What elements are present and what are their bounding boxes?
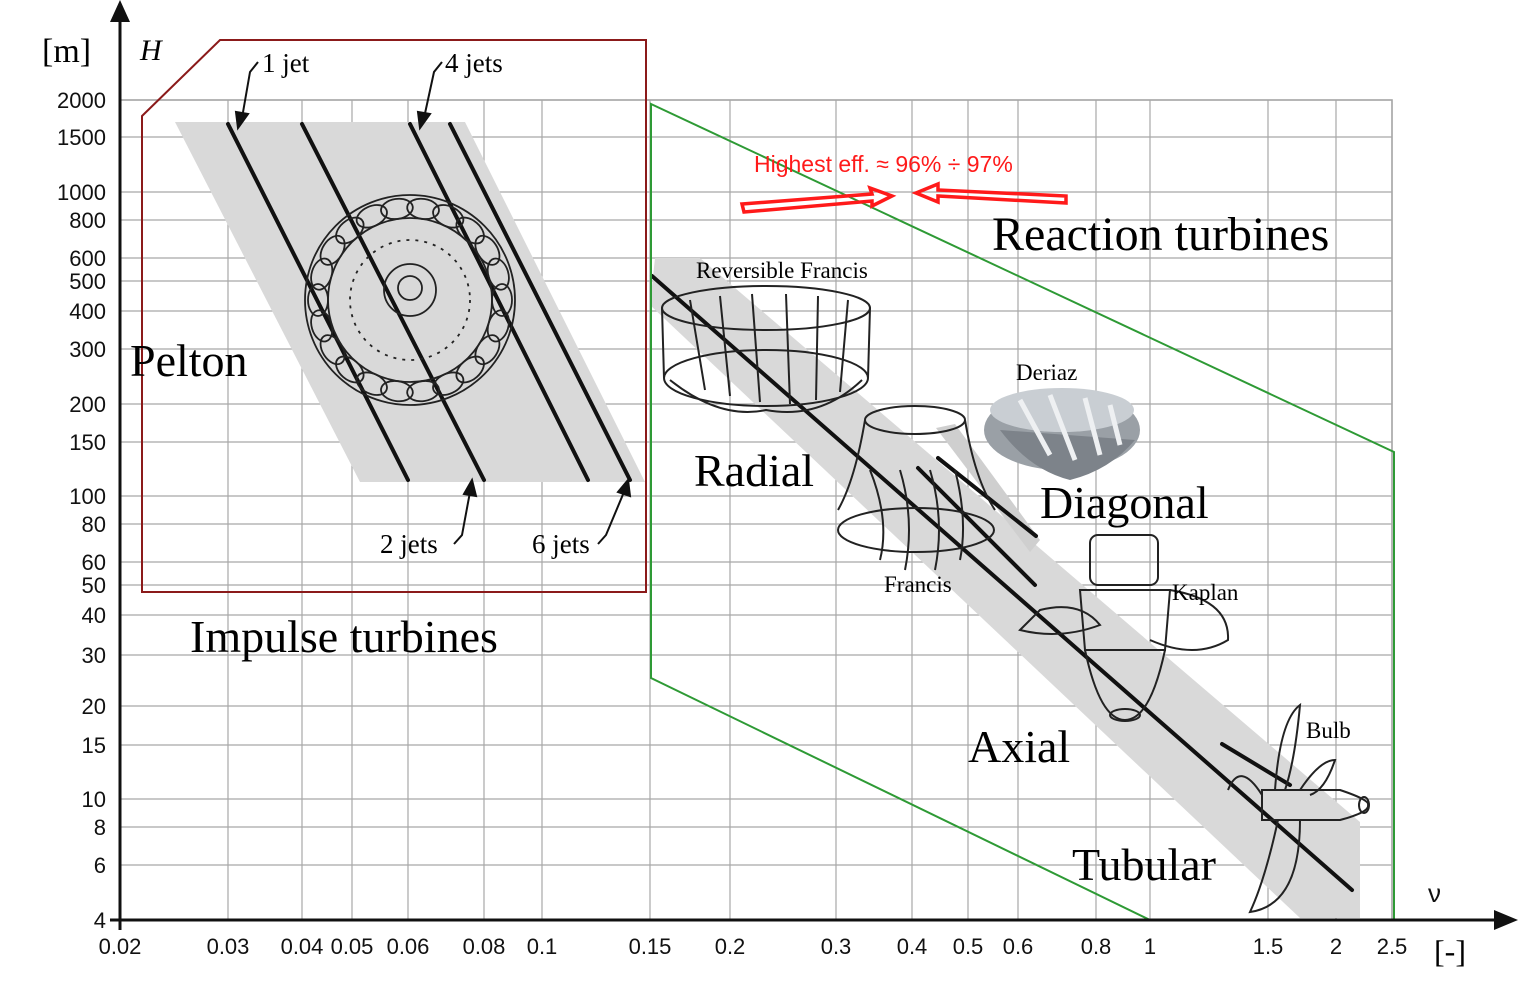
- deriaz-label: Deriaz: [1016, 360, 1077, 385]
- y-axis: [110, 0, 130, 930]
- x-axis-symbol: ν: [1428, 878, 1441, 908]
- diagonal-label: Diagonal: [1040, 477, 1209, 528]
- y-tick-label: 30: [82, 643, 106, 668]
- turbine-selection-diagram: 2000150010008006005004003002001501008060…: [42, 0, 1518, 969]
- bulb-label: Bulb: [1306, 718, 1351, 743]
- y-axis-unit: [m]: [42, 33, 91, 70]
- x-tick-label: 1.5: [1253, 934, 1284, 959]
- y-tick-label: 1500: [57, 125, 106, 150]
- y-tick-label: 6: [94, 853, 106, 878]
- x-tick-label: 2: [1330, 934, 1342, 959]
- tubular-label: Tubular: [1072, 839, 1216, 890]
- impulse-turbines-label: Impulse turbines: [190, 611, 498, 662]
- y-tick-labels: 2000 1500 1000 800 600500 400 300 200 150 100 80 60…: [57, 88, 106, 933]
- x-tick-label: 0.06: [387, 934, 430, 959]
- x-tick-label: 0.8: [1081, 934, 1112, 959]
- x-tick-label: 0.1: [527, 934, 558, 959]
- x-tick-label: 0.2: [715, 934, 746, 959]
- pelton-label: Pelton: [130, 335, 248, 386]
- y-tick-label: 150: [69, 430, 106, 455]
- y-tick-label: 40: [82, 603, 106, 628]
- y-tick-label: 50: [82, 573, 106, 598]
- x-tick-label: 2.5: [1377, 934, 1408, 959]
- y-tick-label: 1000: [57, 180, 106, 205]
- x-tick-label: 0.02: [99, 934, 142, 959]
- reversible-francis-label: Reversible Francis: [696, 258, 868, 283]
- axial-label: Axial: [968, 721, 1070, 772]
- x-tick-label: 0.05: [331, 934, 374, 959]
- x-tick-label: 0.4: [897, 934, 928, 959]
- radial-label: Radial: [694, 445, 814, 496]
- reaction-turbines-label: Reaction turbines: [992, 208, 1329, 261]
- pelton-band: [175, 122, 645, 482]
- x-axis-unit: [-]: [1434, 933, 1466, 969]
- jet6-label: 6 jets: [532, 529, 590, 559]
- y-tick-label: 60: [82, 550, 106, 575]
- y-tick-label: 300: [69, 337, 106, 362]
- y-tick-label: 8: [94, 815, 106, 840]
- y-tick-label: 600: [69, 246, 106, 271]
- x-tick-label: 0.08: [463, 934, 506, 959]
- y-tick-label: 4: [94, 908, 106, 933]
- y-axis-symbol: H: [139, 34, 164, 67]
- jet1-label: 1 jet: [262, 48, 310, 78]
- y-tick-label: 10: [82, 787, 106, 812]
- x-tick-labels: 0.02 0.03 0.04 0.05 0.06 0.08 0.1 0.15 0.2 0.3 0.4…: [99, 934, 1408, 959]
- x-tick-label: 0.5: [953, 934, 984, 959]
- y-axis-arrow-icon: [110, 0, 130, 22]
- y-tick-label: 400: [69, 299, 106, 324]
- y-tick-label: 800: [69, 208, 106, 233]
- x-tick-label: 0.04: [281, 934, 324, 959]
- y-tick-label: 2000: [57, 88, 106, 113]
- deriaz-runner-icon: [984, 388, 1140, 480]
- y-tick-label: 20: [82, 694, 106, 719]
- x-tick-label: 1: [1144, 934, 1156, 959]
- efficiency-note: Highest eff. ≈ 96% ÷ 97%: [754, 151, 1013, 177]
- y-tick-label: 80: [82, 512, 106, 537]
- x-tick-label: 0.15: [629, 934, 672, 959]
- x-tick-label: 0.03: [207, 934, 250, 959]
- left-arrow-icon: [911, 181, 1068, 205]
- jet4-label: 4 jets: [445, 48, 503, 78]
- y-tick-label: 100: [69, 484, 106, 509]
- x-axis-arrow-icon: [1494, 910, 1518, 930]
- x-tick-label: 0.6: [1003, 934, 1034, 959]
- francis-label: Francis: [884, 572, 952, 597]
- y-tick-label: 200: [69, 392, 106, 417]
- y-tick-label: 15: [82, 733, 106, 758]
- x-tick-label: 0.3: [821, 934, 852, 959]
- jet2-label: 2 jets: [380, 529, 438, 559]
- y-tick-label: 500: [69, 269, 106, 294]
- kaplan-label: Kaplan: [1172, 580, 1239, 605]
